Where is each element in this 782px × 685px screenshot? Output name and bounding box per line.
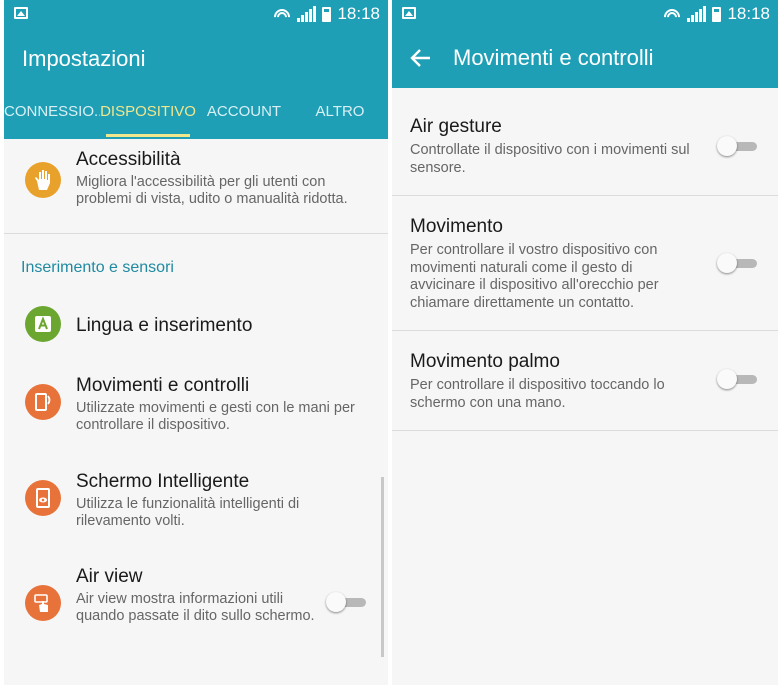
settings-screen: 18:18 Impostazioni CONNESSIO.. DISPOSITI… bbox=[4, 0, 388, 685]
tab-account[interactable]: ACCOUNT bbox=[196, 90, 292, 139]
wifi-icon bbox=[663, 6, 682, 22]
page-title: Movimenti e controlli bbox=[453, 45, 654, 70]
air-view-hand-icon bbox=[25, 585, 61, 621]
air-view-subtitle: Air view mostra informazioni utili quand… bbox=[76, 591, 315, 624]
tab-device[interactable]: DISPOSITIVO bbox=[100, 90, 196, 139]
motion-device-icon bbox=[25, 384, 61, 420]
app-bar: Movimenti e controlli bbox=[392, 28, 778, 88]
smart-screen-eye-icon bbox=[25, 480, 61, 516]
palm-motion-title: Movimento palmo bbox=[410, 351, 560, 372]
motion-title: Movimento bbox=[410, 216, 503, 237]
palm-motion-subtitle: Per controllare il dispositivo toccando … bbox=[410, 377, 665, 411]
palm-motion-toggle[interactable] bbox=[717, 368, 757, 392]
settings-item-smart-screen[interactable]: Schermo Intelligente Utilizza le funzion… bbox=[4, 462, 388, 544]
battery-icon bbox=[322, 6, 332, 22]
status-time: 18:18 bbox=[727, 4, 770, 23]
status-time: 18:18 bbox=[337, 4, 380, 23]
gallery-notification-icon bbox=[14, 7, 28, 19]
divider bbox=[4, 233, 388, 234]
signal-icon bbox=[687, 6, 707, 22]
status-bar: 18:18 bbox=[4, 0, 388, 28]
divider bbox=[392, 430, 778, 431]
settings-item-air-gesture[interactable]: Air gesture Controllate il dispositivo c… bbox=[392, 88, 778, 195]
air-gesture-toggle[interactable] bbox=[717, 135, 757, 159]
accessibility-title: Accessibilità bbox=[76, 149, 181, 170]
motions-screen: 18:18 Movimenti e controlli Air gesture … bbox=[392, 0, 778, 685]
settings-item-language[interactable]: Lingua e inserimento bbox=[4, 298, 388, 352]
scrollbar[interactable] bbox=[381, 477, 384, 657]
hand-icon bbox=[25, 162, 61, 198]
settings-item-palm-motion[interactable]: Movimento palmo Per controllare il dispo… bbox=[392, 331, 778, 430]
back-arrow-icon[interactable] bbox=[410, 48, 432, 68]
smart-screen-subtitle: Utilizza le funzionalità intelligenti di… bbox=[76, 496, 300, 529]
battery-icon bbox=[712, 6, 722, 22]
motions-title: Movimenti e controlli bbox=[76, 375, 250, 396]
settings-item-motion[interactable]: Movimento Per controllare il vostro disp… bbox=[392, 196, 778, 330]
keyboard-a-icon bbox=[25, 306, 61, 342]
air-gesture-title: Air gesture bbox=[410, 116, 502, 137]
tab-bar: CONNESSIO.. DISPOSITIVO ACCOUNT ALTRO bbox=[4, 90, 388, 139]
settings-item-air-view[interactable]: Air view Air view mostra informazioni ut… bbox=[4, 557, 388, 652]
air-view-title: Air view bbox=[76, 566, 143, 587]
air-gesture-subtitle: Controllate il dispositivo con i movimen… bbox=[410, 142, 690, 176]
motions-subtitle: Utilizzate movimenti e gesti con le mani… bbox=[76, 400, 355, 433]
signal-icon bbox=[297, 6, 317, 22]
settings-item-accessibility[interactable]: Accessibilità Migliora l'accessibilità p… bbox=[4, 139, 388, 232]
settings-item-motions[interactable]: Movimenti e controlli Utilizzate movimen… bbox=[4, 366, 388, 448]
tab-other[interactable]: ALTRO bbox=[292, 90, 388, 139]
motion-subtitle: Per controllare il vostro dispositivo co… bbox=[410, 242, 659, 311]
language-title: Lingua e inserimento bbox=[76, 315, 253, 336]
gallery-notification-icon bbox=[402, 7, 416, 19]
wifi-icon bbox=[273, 6, 292, 22]
motion-toggle[interactable] bbox=[717, 252, 757, 276]
air-view-toggle[interactable] bbox=[326, 591, 366, 615]
tab-connections[interactable]: CONNESSIO.. bbox=[4, 90, 100, 139]
status-bar: 18:18 bbox=[392, 0, 778, 28]
section-header: Inserimento e sensori bbox=[21, 259, 174, 276]
smart-screen-title: Schermo Intelligente bbox=[76, 471, 250, 492]
app-bar: Impostazioni bbox=[4, 28, 388, 90]
accessibility-subtitle: Migliora l'accessibilità per gli utenti … bbox=[76, 174, 348, 207]
page-title: Impostazioni bbox=[22, 46, 146, 71]
